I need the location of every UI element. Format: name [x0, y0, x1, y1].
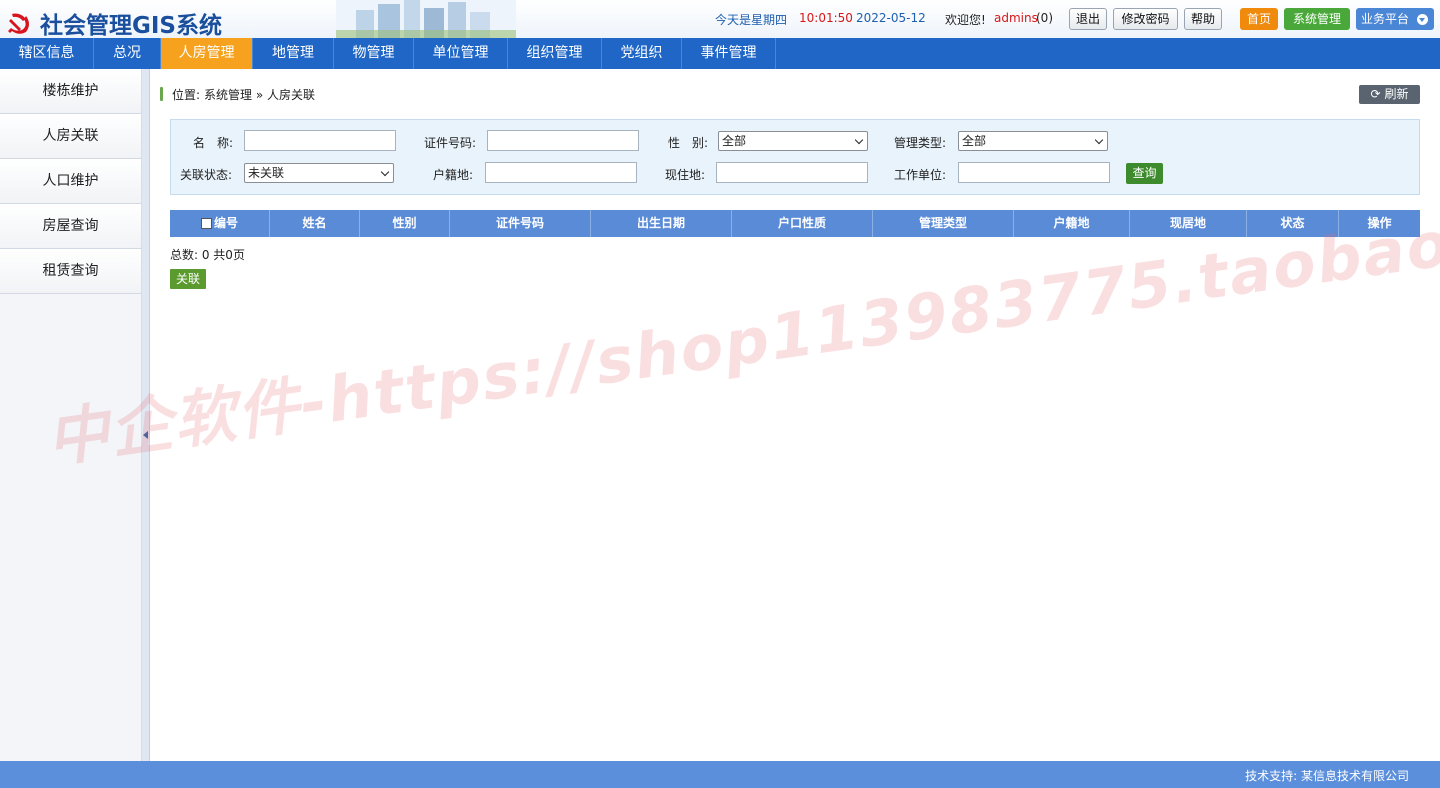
footer: 技术支持: 某信息技术有限公司	[0, 761, 1440, 788]
sidebar-item-rental-query[interactable]: 租赁查询	[0, 249, 141, 294]
logo: 社会管理GIS系统	[6, 6, 222, 40]
table-header: 编号 姓名 性别 证件号码 出生日期 户口性质 管理类型 户籍地 现居地 状态 …	[170, 210, 1420, 237]
sidebar-item-house-query[interactable]: 房屋查询	[0, 204, 141, 249]
column-header-gender: 性别	[360, 210, 450, 237]
sidebar-splitter[interactable]	[142, 69, 150, 761]
search-panel: 名 称: 证件号码: 性 别: 全部 管理类型: 全部 关联状态: 未关联 户籍…	[170, 119, 1420, 195]
sidebar-item-person-house-link[interactable]: 人房关联	[0, 114, 141, 159]
link-status-label: 关联状态:	[180, 168, 233, 182]
id-number-input[interactable]	[487, 130, 639, 151]
household-input[interactable]	[485, 162, 637, 183]
column-header-id: 编号	[170, 210, 270, 237]
nav-item-property[interactable]: 物管理	[334, 38, 414, 69]
main-nav: 辖区信息 总况 人房管理 地管理 物管理 单位管理 组织管理 党组织 事件管理	[0, 38, 1440, 69]
workplace-input[interactable]	[958, 162, 1110, 183]
breadcrumb: 位置: 系统管理 » 人房关联	[160, 86, 315, 102]
buildings-banner-image	[336, 0, 516, 38]
collapse-arrow-icon[interactable]	[143, 431, 148, 439]
residence-label: 现住地:	[665, 168, 706, 182]
column-header-id-number: 证件号码	[450, 210, 591, 237]
nav-item-land[interactable]: 地管理	[253, 38, 334, 69]
business-platform-label: 业务平台	[1361, 12, 1410, 26]
pagination-info: 总数: 0 共0页	[170, 248, 245, 262]
refresh-label: 刷新	[1384, 87, 1409, 101]
nav-item-person-house[interactable]: 人房管理	[161, 38, 253, 69]
breadcrumb-marker	[160, 87, 163, 101]
user-message-count: (0)	[1036, 11, 1053, 25]
sidebar-item-population[interactable]: 人口维护	[0, 159, 141, 204]
column-header-actions: 操作	[1367, 216, 1392, 230]
column-header-household: 户籍地	[1014, 210, 1130, 237]
id-number-label: 证件号码:	[424, 136, 477, 150]
query-button[interactable]: 查询	[1126, 163, 1163, 184]
weekday-text: 今天是星期四	[715, 13, 788, 27]
management-type-select[interactable]: 全部	[958, 131, 1108, 151]
footer-support-text: 技术支持: 某信息技术有限公司	[1245, 769, 1409, 783]
column-header-name: 姓名	[270, 210, 360, 237]
home-button[interactable]: 首页	[1240, 8, 1278, 30]
select-all-checkbox[interactable]	[200, 218, 212, 229]
nav-item-events[interactable]: 事件管理	[682, 38, 776, 69]
nav-item-district-info[interactable]: 辖区信息	[0, 38, 94, 69]
current-date: 2022-05-12	[856, 11, 926, 25]
breadcrumb-path: 系统管理 » 人房关联	[204, 87, 316, 102]
app-title: 社会管理GIS系统	[40, 13, 223, 39]
household-label: 户籍地:	[433, 168, 474, 182]
column-header-household-type: 户口性质	[732, 210, 873, 237]
nav-item-party[interactable]: 党组织	[602, 38, 682, 69]
column-header-id-label: 编号	[213, 216, 238, 230]
party-emblem-icon	[8, 13, 29, 34]
header: 社会管理GIS系统 今天是星期四 10:01:50 2022-05-12 欢迎您…	[0, 0, 1440, 40]
refresh-icon: ⟳	[1370, 87, 1381, 101]
link-button[interactable]: 关联	[170, 269, 206, 289]
nav-item-overview[interactable]: 总况	[94, 38, 161, 69]
management-type-selected: 全部	[962, 134, 987, 148]
sidebar: 楼栋维护 人房关联 人口维护 房屋查询 租赁查询	[0, 69, 142, 761]
gender-select[interactable]: 全部	[718, 131, 868, 151]
refresh-button[interactable]: ⟳ 刷新	[1359, 85, 1420, 104]
business-platform-button[interactable]: 业务平台	[1356, 8, 1434, 30]
gender-label: 性 别:	[668, 136, 709, 150]
residence-input[interactable]	[716, 162, 868, 183]
column-header-birth-date: 出生日期	[591, 210, 732, 237]
username-link[interactable]: admins	[994, 11, 1038, 25]
nav-item-organization[interactable]: 组织管理	[508, 38, 602, 69]
link-status-select[interactable]: 未关联	[244, 163, 394, 183]
sidebar-item-building[interactable]: 楼栋维护	[0, 69, 141, 114]
column-header-management-type: 管理类型	[873, 210, 1014, 237]
help-button[interactable]: 帮助	[1184, 8, 1222, 30]
chevron-down-icon	[1094, 135, 1104, 145]
chevron-down-icon	[854, 135, 864, 145]
logout-button[interactable]: 退出	[1069, 8, 1107, 30]
clock-time: 10:01:50	[799, 11, 853, 25]
change-password-button[interactable]: 修改密码	[1113, 8, 1178, 30]
chevron-down-glyph	[1419, 18, 1425, 22]
welcome-text: 欢迎您!	[945, 13, 986, 27]
chevron-down-icon	[380, 167, 390, 177]
name-input[interactable]	[244, 130, 396, 151]
column-header-residence: 现居地	[1130, 210, 1247, 237]
management-type-label: 管理类型:	[894, 136, 947, 150]
breadcrumb-prefix: 位置:	[172, 87, 201, 102]
workplace-label: 工作单位:	[894, 168, 947, 182]
nav-item-unit[interactable]: 单位管理	[414, 38, 508, 69]
name-label: 名 称:	[193, 136, 234, 150]
link-status-selected: 未关联	[248, 166, 285, 180]
gender-selected: 全部	[722, 134, 747, 148]
system-admin-button[interactable]: 系统管理	[1284, 8, 1350, 30]
column-header-status: 状态	[1247, 210, 1339, 237]
